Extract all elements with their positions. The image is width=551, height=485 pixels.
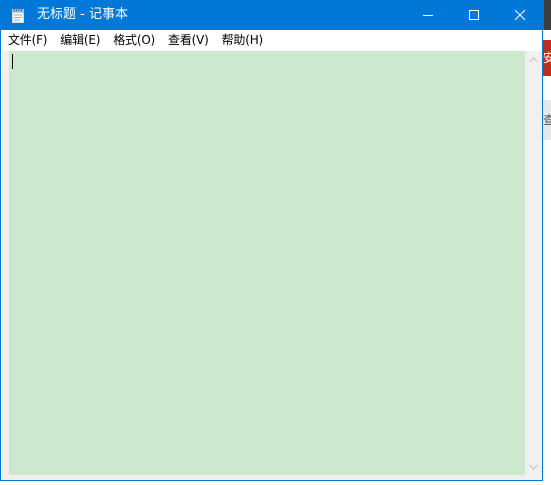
menu-view[interactable]: 查看(V) xyxy=(161,30,215,50)
scroll-down-button[interactable] xyxy=(525,458,542,475)
notepad-icon[interactable] xyxy=(10,7,26,23)
maximize-icon xyxy=(469,10,479,20)
minimize-button[interactable] xyxy=(405,0,451,30)
background-gray-band-text: 查 xyxy=(543,113,551,127)
editor-left-gutter xyxy=(2,51,9,475)
minimize-icon xyxy=(423,15,433,16)
menu-bar: 文件(F) 编辑(E) 格式(O) 查看(V) 帮助(H) xyxy=(1,30,542,50)
window-bottom-edge xyxy=(2,475,542,480)
background-red-tab-text: 安 xyxy=(543,51,551,65)
text-editor-area[interactable] xyxy=(9,51,525,475)
menu-format[interactable]: 格式(O) xyxy=(106,30,161,50)
text-caret xyxy=(12,54,13,69)
background-red-tab: 安 xyxy=(543,40,551,76)
chevron-down-icon xyxy=(529,464,538,470)
maximize-button[interactable] xyxy=(451,0,497,30)
scroll-up-button[interactable] xyxy=(525,51,542,68)
window-title: 无标题 - 记事本 xyxy=(37,7,128,22)
background-gray-band: 查 xyxy=(543,100,551,140)
notepad-window: 无标题 - 记事本 文件(F) 编辑(E) 格式(O) 查看(V) 帮助(H) xyxy=(0,0,544,481)
menu-file[interactable]: 文件(F) xyxy=(1,30,53,50)
vertical-scrollbar[interactable] xyxy=(525,51,542,475)
menu-help[interactable]: 帮助(H) xyxy=(215,30,269,50)
chevron-up-icon xyxy=(529,56,538,62)
close-button[interactable] xyxy=(497,0,543,30)
menu-edit[interactable]: 编辑(E) xyxy=(53,30,106,50)
title-bar[interactable]: 无标题 - 记事本 xyxy=(1,0,544,30)
close-icon xyxy=(515,10,525,20)
